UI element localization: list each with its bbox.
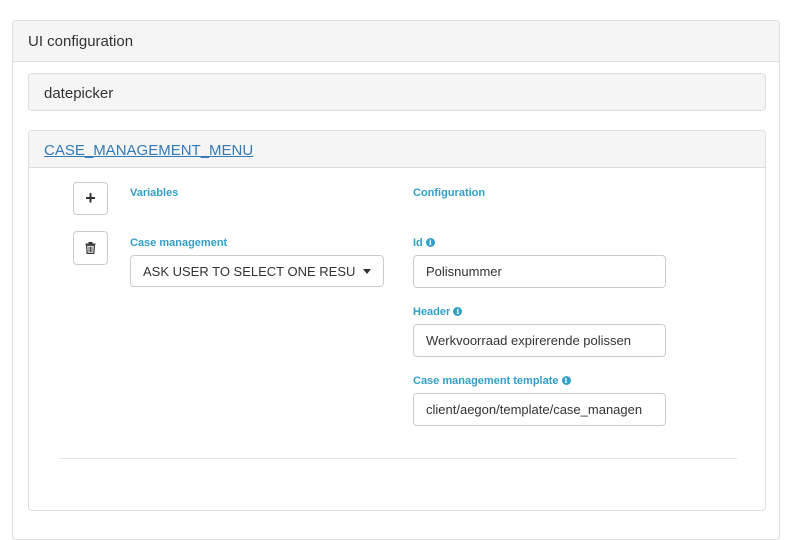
- case-management-menu-header: CASE_MANAGEMENT_MENU: [29, 131, 765, 168]
- ui-configuration-title: UI configuration: [13, 21, 779, 62]
- info-circle-icon[interactable]: i: [453, 307, 463, 316]
- configuration-label: Configuration: [413, 187, 486, 199]
- info-circle-icon[interactable]: i: [561, 376, 571, 385]
- ui-configuration-panel: UI configuration datepicker CASE_MANAGEM…: [12, 20, 780, 540]
- plus-icon: +: [85, 188, 96, 208]
- case-management-label: Case management: [130, 237, 228, 249]
- case-management-select[interactable]: ASK USER TO SELECT ONE RESU: [130, 255, 384, 287]
- datepicker-title[interactable]: datepicker: [29, 74, 765, 110]
- trash-icon: [85, 242, 96, 254]
- header-field[interactable]: [413, 324, 666, 357]
- caret-down-icon: [363, 268, 371, 274]
- info-circle-icon[interactable]: i: [425, 238, 435, 247]
- divider: [59, 458, 737, 459]
- header-label: Header i: [413, 306, 463, 318]
- datepicker-panel[interactable]: datepicker: [28, 73, 766, 111]
- case-management-select-value: ASK USER TO SELECT ONE RESU: [143, 263, 356, 279]
- case-management-template-label: Case management template i: [413, 375, 571, 387]
- id-label: Id i: [413, 237, 435, 249]
- case-management-template-field[interactable]: [413, 393, 666, 426]
- case-management-menu-panel: CASE_MANAGEMENT_MENU + Variables Configu…: [28, 130, 766, 511]
- delete-variable-button[interactable]: [73, 231, 108, 265]
- variables-label: Variables: [130, 187, 179, 199]
- id-field[interactable]: [413, 255, 666, 288]
- case-management-menu-link[interactable]: CASE_MANAGEMENT_MENU: [44, 142, 253, 159]
- add-variable-button[interactable]: +: [73, 182, 108, 215]
